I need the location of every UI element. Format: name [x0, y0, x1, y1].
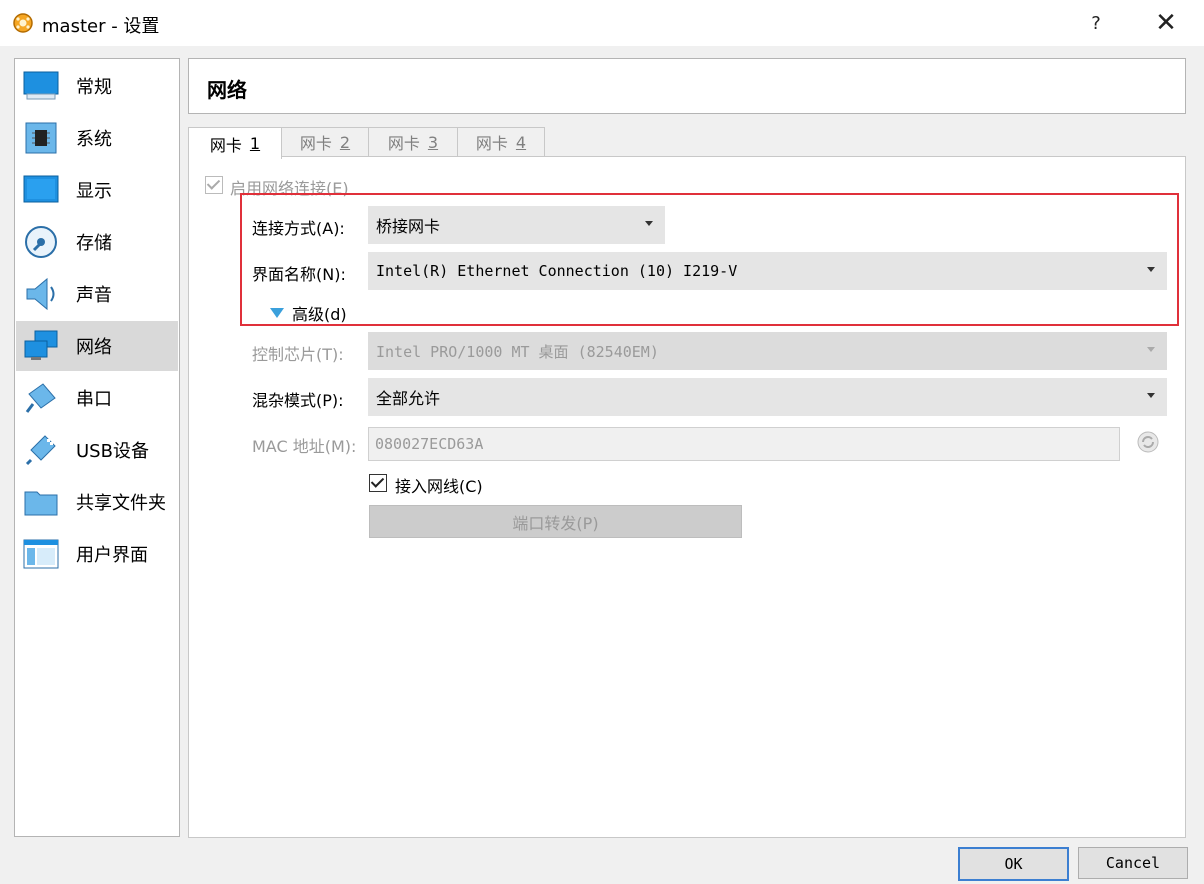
- sidebar-item-label: 系统: [76, 129, 112, 150]
- tab-label: 网卡: [387, 134, 420, 153]
- window-title: master - 设置: [42, 16, 160, 37]
- refresh-mac-icon[interactable]: [1136, 430, 1160, 454]
- sidebar-item-label: 常规: [76, 77, 112, 98]
- help-button[interactable]: ?: [1076, 8, 1116, 38]
- close-button[interactable]: ✕: [1146, 8, 1186, 38]
- chevron-down-icon: [1147, 347, 1155, 352]
- tab-adapter-1[interactable]: 网卡 1: [188, 127, 282, 159]
- storage-icon: [22, 223, 60, 261]
- audio-icon: [22, 275, 60, 313]
- usb-icon: [22, 431, 60, 469]
- sidebar-item-display[interactable]: 显示: [16, 165, 178, 215]
- tab-label: 网卡: [209, 135, 242, 155]
- sidebar-item-label: 显示: [76, 181, 112, 202]
- sidebar-item-user-interface[interactable]: 用户界面: [16, 529, 178, 579]
- tab-adapter-2[interactable]: 网卡 2: [281, 127, 369, 156]
- tab-label: 网卡: [475, 134, 508, 153]
- sidebar-item-label: 声音: [76, 285, 112, 306]
- tab-adapter-3[interactable]: 网卡 3: [368, 127, 458, 156]
- page-title: 网络: [207, 78, 247, 102]
- tab-number: 3: [427, 132, 439, 152]
- sidebar-item-label: USB设备: [76, 441, 149, 462]
- settings-sidebar: 常规 系统 显示 存储 声音 网络 串口 USB设备 共享文件夹 用户界面: [14, 58, 180, 837]
- ok-button[interactable]: OK: [958, 847, 1069, 881]
- cable-connected-checkbox[interactable]: [369, 474, 387, 492]
- promiscuous-mode-value: 全部允许: [376, 389, 441, 408]
- tab-number: 4: [515, 132, 527, 152]
- sidebar-item-label: 用户界面: [76, 545, 148, 566]
- mac-address-label: MAC 地址(M):: [252, 437, 357, 456]
- chevron-down-icon: [1147, 393, 1155, 398]
- page-header: 网络: [188, 58, 1186, 114]
- sidebar-item-network[interactable]: 网络: [16, 321, 178, 371]
- sidebar-item-usb[interactable]: USB设备: [16, 425, 178, 475]
- mac-address-value: 080027ECD63A: [375, 435, 484, 453]
- title-bar: master - 设置 ? ✕: [0, 0, 1204, 46]
- tab-number: 1: [249, 134, 261, 153]
- system-icon: [22, 119, 60, 157]
- virtualbox-app-icon: [13, 13, 33, 33]
- cancel-button[interactable]: Cancel: [1078, 847, 1188, 879]
- promiscuous-mode-select[interactable]: 全部允许: [368, 378, 1167, 416]
- enable-adapter-checkbox[interactable]: [205, 176, 223, 194]
- sidebar-item-label: 存储: [76, 233, 112, 254]
- sidebar-item-storage[interactable]: 存储: [16, 217, 178, 267]
- sidebar-item-shared-folders[interactable]: 共享文件夹: [16, 477, 178, 527]
- adapter-type-select[interactable]: Intel PRO/1000 MT 桌面 (82540EM): [368, 332, 1167, 370]
- network-icon: [22, 327, 60, 365]
- serial-port-icon: [22, 379, 60, 417]
- general-icon: [22, 67, 60, 105]
- tab-adapter-4[interactable]: 网卡 4: [457, 127, 545, 156]
- promiscuous-mode-label: 混杂模式(P):: [252, 391, 344, 410]
- cable-connected-label: 接入网线(C): [395, 477, 483, 496]
- adapter-type-value: Intel PRO/1000 MT 桌面 (82540EM): [376, 342, 659, 361]
- sidebar-item-general[interactable]: 常规: [16, 61, 178, 111]
- tab-number: 2: [339, 132, 351, 152]
- sidebar-item-system[interactable]: 系统: [16, 113, 178, 163]
- shared-folder-icon: [22, 483, 60, 521]
- user-interface-icon: [22, 535, 60, 573]
- sidebar-item-audio[interactable]: 声音: [16, 269, 178, 319]
- port-forwarding-button[interactable]: 端口转发(P): [369, 505, 742, 538]
- tab-label: 网卡: [299, 134, 332, 153]
- highlight-box: [240, 193, 1179, 326]
- display-icon: [22, 171, 60, 209]
- sidebar-item-label: 串口: [76, 389, 112, 410]
- mac-address-field[interactable]: 080027ECD63A: [368, 427, 1120, 461]
- sidebar-item-serial-port[interactable]: 串口: [16, 373, 178, 423]
- sidebar-item-label: 网络: [76, 337, 112, 358]
- sidebar-item-label: 共享文件夹: [76, 493, 166, 514]
- adapter-type-label: 控制芯片(T):: [252, 345, 344, 364]
